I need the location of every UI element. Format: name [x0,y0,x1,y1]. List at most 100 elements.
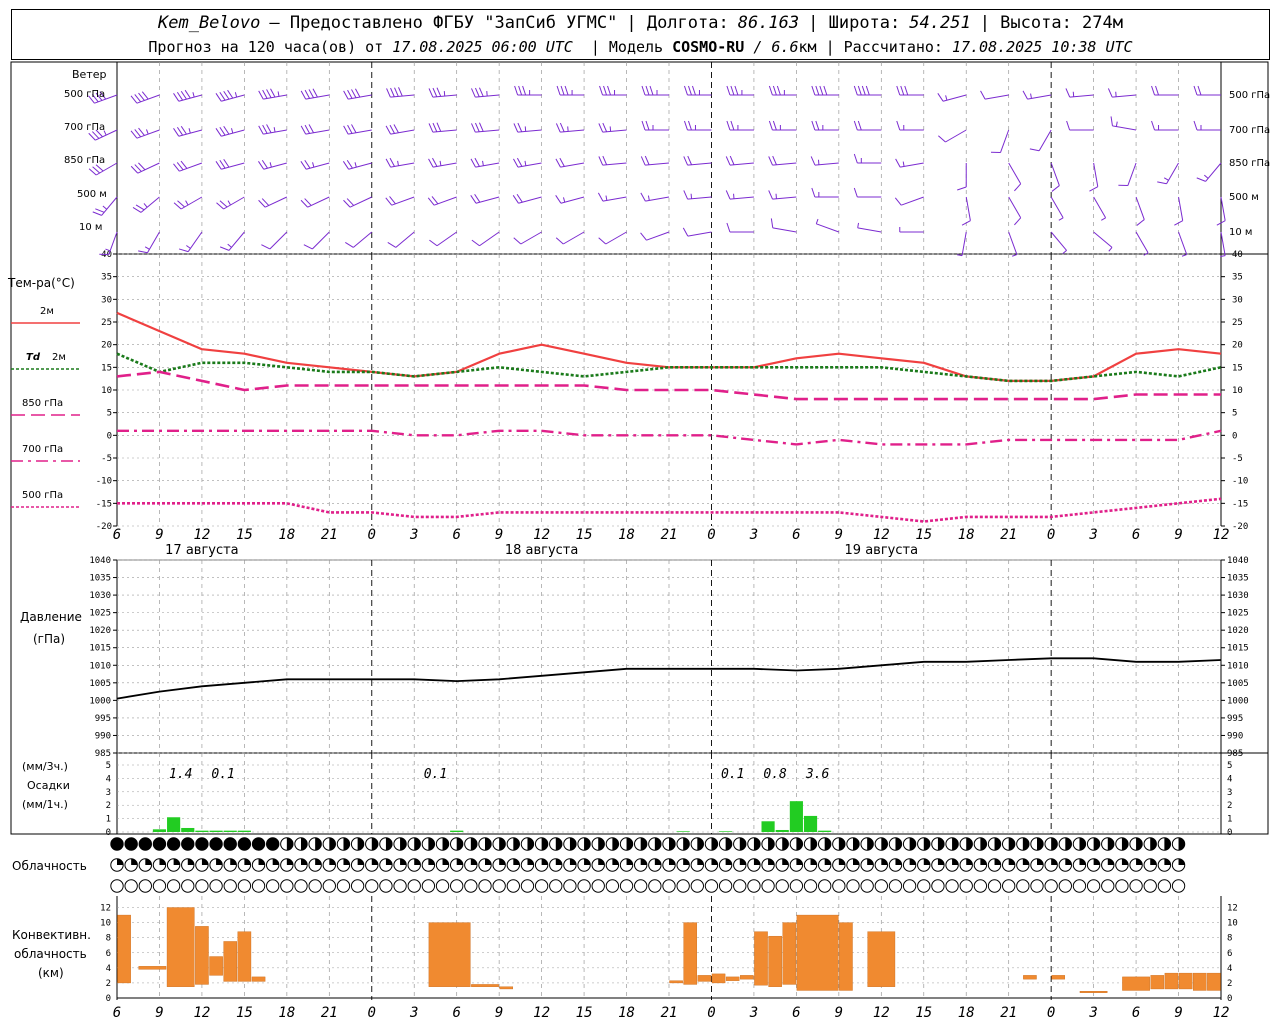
cloud-cover-symbol [365,879,379,893]
wind-barb-feather [1136,219,1145,226]
cloud-cover-symbol [959,879,973,893]
wind-barb [345,231,373,248]
wind-barb [853,120,882,131]
temp-tick-label: 0 [1232,431,1237,441]
wind-barb-feather [347,89,353,99]
cloud-cover-symbol [633,858,648,872]
wind-barb [1050,196,1064,221]
conv-cloud-bar [251,976,266,982]
cloud-fill [1022,837,1030,851]
cloud-cover-symbol [1001,879,1016,893]
wind-barb-feather [597,192,604,202]
wind-barb [683,190,712,200]
day-label: 19 августа [845,543,919,558]
cloud-fill [541,858,548,865]
wind-barb-feather [1196,177,1206,182]
wind-barb-feather [725,156,731,166]
wind-barb [853,85,882,96]
cloud-fill [428,837,435,851]
cloud-cover-symbol [1143,837,1157,851]
precip-tick-label: 0 [1227,828,1232,838]
cloud-cover-symbol [1086,858,1101,872]
cloud-circle [718,879,733,893]
cloud-cover-symbol [435,837,450,851]
cloud-fill [626,837,633,851]
cloud-cover-symbol [690,879,705,893]
cloud-cover-symbol [973,837,988,851]
cloud-cover-symbol [421,837,436,851]
cloud-cover-symbol [605,837,620,851]
cloud-cover-symbol [662,837,676,851]
cloud-circle [902,879,917,893]
cloud-fill [216,858,223,865]
wind-barb [428,122,457,133]
wind-barb-feather [810,156,816,166]
wind-level-10m: 10 м [79,222,103,233]
cloud-cover-symbol [1072,837,1087,851]
conv-x-tick-label: 21 [321,1005,338,1021]
cloud-cover-symbol [1086,879,1101,893]
cloud-cover-symbol [365,858,379,872]
conv-cloud-bar [428,922,471,987]
cloud-fill [131,858,138,865]
wind-barb-feather [176,162,184,171]
wind-barb-half-feather [945,95,948,101]
wind-barb-feather [726,120,731,131]
temp-tick-label: -20 [1232,522,1248,532]
cloud-cover-symbol [832,879,846,893]
cloud-circle [124,879,138,893]
wind-barb-feather [138,127,145,136]
legend-td: Td [26,352,40,363]
wind-barb [513,231,542,245]
pressure-tick-label: 1030 [1227,591,1249,601]
cloud-fill [1178,837,1185,851]
pressure-tick-label: 1000 [1227,696,1249,706]
wind-barb-half-feather [1012,254,1018,257]
cloud-cover-symbol [648,837,662,851]
wind-barb [215,158,245,170]
cloud-cover-symbol [336,879,351,893]
wind-barb-feather [853,85,858,96]
conv-x-tick-label: 12 [1213,1005,1230,1021]
cloud-fill [1079,858,1086,865]
precip-tick-label: 2 [106,801,111,811]
cloud-fill [994,837,1001,851]
wind-barb-feather [474,87,480,97]
wind-barb-feather [513,237,522,245]
precip-tick-label: 4 [106,774,111,784]
wind-barb [300,124,330,135]
cloud-fill [258,858,265,865]
wind-barb [1193,120,1221,131]
cloud-cover-symbol [534,858,549,872]
temp-x-tick-label: 6 [1132,527,1140,543]
wind-barb-feather [343,125,349,135]
cloud-cover-symbol [110,837,124,851]
cloud-fill [1065,837,1072,851]
cloud-cover-symbol [152,837,167,851]
station-header: Kem_Belovo – Предоставлено ФГБУ "ЗапСиб … [11,9,1270,37]
wind-barb [895,158,924,168]
cloud-fill [782,858,789,865]
cloud-circle [619,879,634,893]
conv-x-tick-label: 6 [1132,1005,1140,1021]
cloud-cover-symbol [789,837,804,851]
cloud-cover-symbol [1058,837,1073,851]
cloud-cover-symbol [945,858,959,872]
cloud-fill [697,837,704,851]
wind-barb [725,155,754,166]
wind-barb-feather [393,124,399,134]
cloud-circle [294,879,308,893]
conv-x-tick-label: 6 [113,1005,121,1021]
wind-barb [173,196,203,210]
wind-barb-feather [980,90,986,100]
wind-barb-feather [555,123,561,133]
cloud-cover-symbol [1016,879,1030,893]
cloud-cover-symbol [1101,879,1115,893]
pressure-tick-label: 1010 [1227,661,1249,671]
conv-x-tick-label: 21 [1000,1005,1017,1021]
wind-barb [385,157,415,168]
conv-tick-label: 12 [100,904,111,914]
wind-barb-feather [471,239,480,247]
cloud-cover-symbol [917,858,931,872]
cloud-fill [343,858,350,865]
